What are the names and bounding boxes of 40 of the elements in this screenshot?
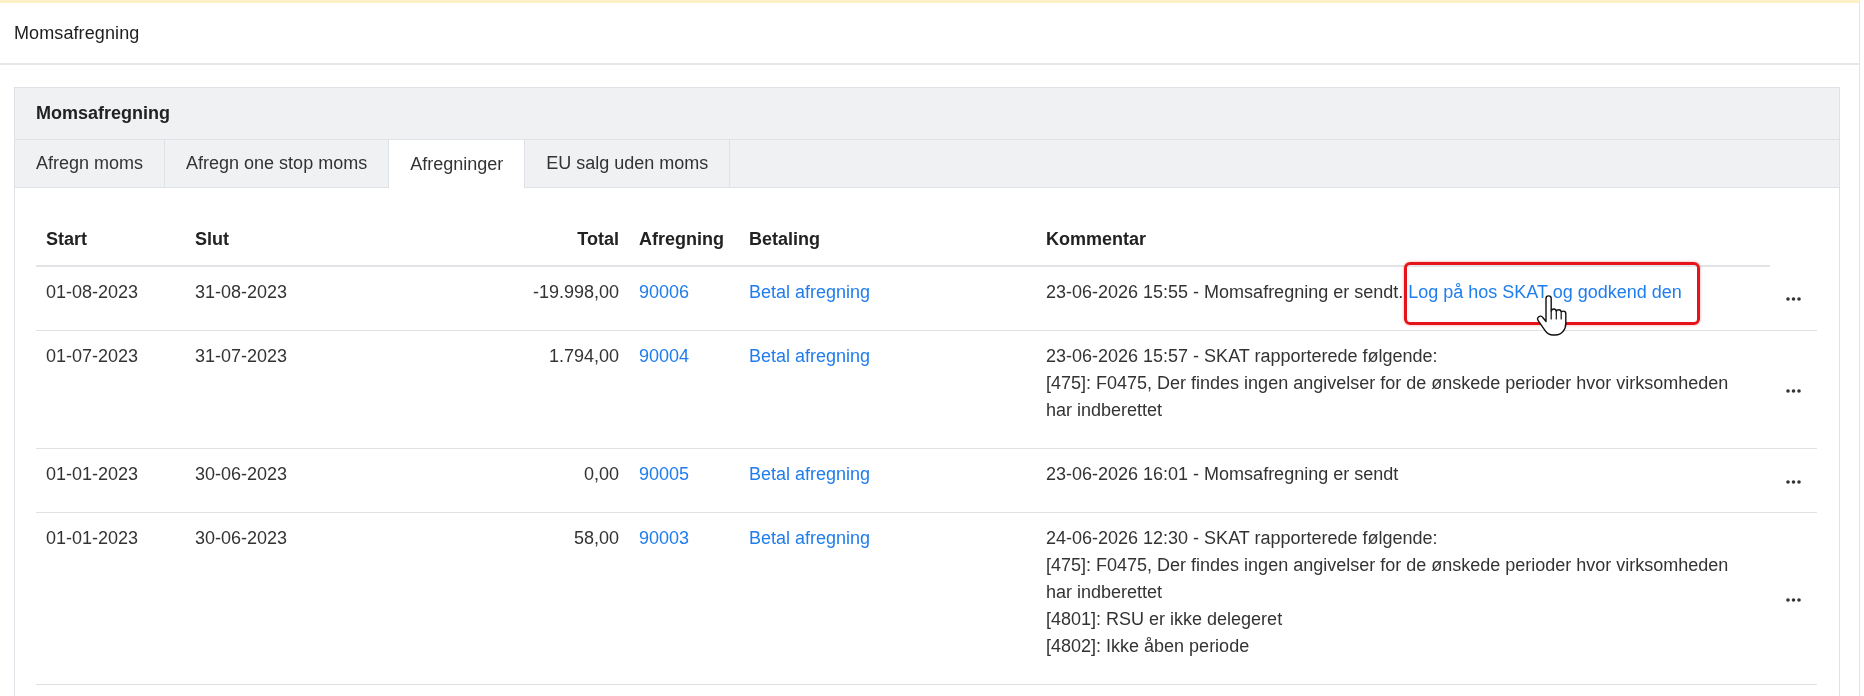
comment-text: 23-06-2026 16:01 - Momsafregning er sendt [1046, 463, 1400, 486]
column-header: Kommentar [1036, 214, 1770, 266]
settlement-link[interactable]: 90004 [639, 346, 690, 366]
more-icon [1786, 597, 1801, 602]
payment-link[interactable]: Betal afregning [749, 464, 871, 484]
table-cell: -19.998,00 [480, 266, 629, 331]
payment-link[interactable]: Betal afregning [749, 346, 871, 366]
page-title: Momsafregning [14, 22, 140, 44]
payment-link[interactable]: Betal afregning [749, 282, 871, 302]
column-header: Total [480, 214, 629, 266]
table-cell: 01-07-2023 [36, 330, 185, 449]
table-cell: 01-01-2023 [36, 512, 185, 685]
table-cell: 30-06-2023 [185, 448, 480, 513]
table-cell: 30-06-2023 [185, 512, 480, 685]
more-icon [1786, 297, 1801, 301]
column-header: Afregning [629, 214, 739, 266]
settlement-link[interactable]: 90006 [639, 282, 690, 302]
more-icon [1786, 479, 1801, 484]
table-cell: 1.794,00 [480, 330, 629, 449]
table-cell: 31-08-2023 [185, 266, 480, 331]
table-cell: 01-08-2023 [36, 266, 185, 331]
column-header: Betaling [739, 214, 1036, 266]
comment-text: 23-06-2026 15:55 - Momsafregning er sendt. Log på hos SKAT og godkend den [1046, 279, 1758, 306]
tab[interactable]: EU salg uden moms [525, 140, 731, 187]
approve-link[interactable]: Log på hos SKAT og godkend den [1408, 282, 1682, 302]
settlement-link[interactable]: 90003 [639, 528, 690, 548]
tab[interactable]: Afregn moms [15, 140, 166, 187]
table-cell: 0,00 [480, 448, 629, 513]
more-icon [1786, 388, 1801, 393]
table-cell: 31-07-2023 [185, 330, 480, 449]
column-header: Start [36, 214, 185, 266]
card-title: Momsafregning [36, 103, 170, 124]
table-cell: 01-01-2023 [36, 448, 185, 513]
column-header: Slut [185, 214, 480, 266]
payment-link[interactable]: Betal afregning [749, 528, 871, 548]
table-cell: 58,00 [480, 512, 629, 685]
comment-text: 24-06-2026 12:30 - SKAT rapporterede følgende: [475]: F0475, Der findes ingen angivelser for de ønskede perioder hvor virksomheden har indberettet [4801]: RSU er ikke delegeret [4802]: Ikke åben periode [1046, 527, 1730, 658]
comment-text: 23-06-2026 15:57 - SKAT rapporterede følgende: [475]: F0475, Der findes ingen angivelser for de ønskede perioder hvor virksomheden har indberettet [1046, 345, 1730, 422]
tab[interactable]: Afregninger [389, 140, 526, 188]
settlement-link[interactable]: 90005 [639, 464, 690, 484]
